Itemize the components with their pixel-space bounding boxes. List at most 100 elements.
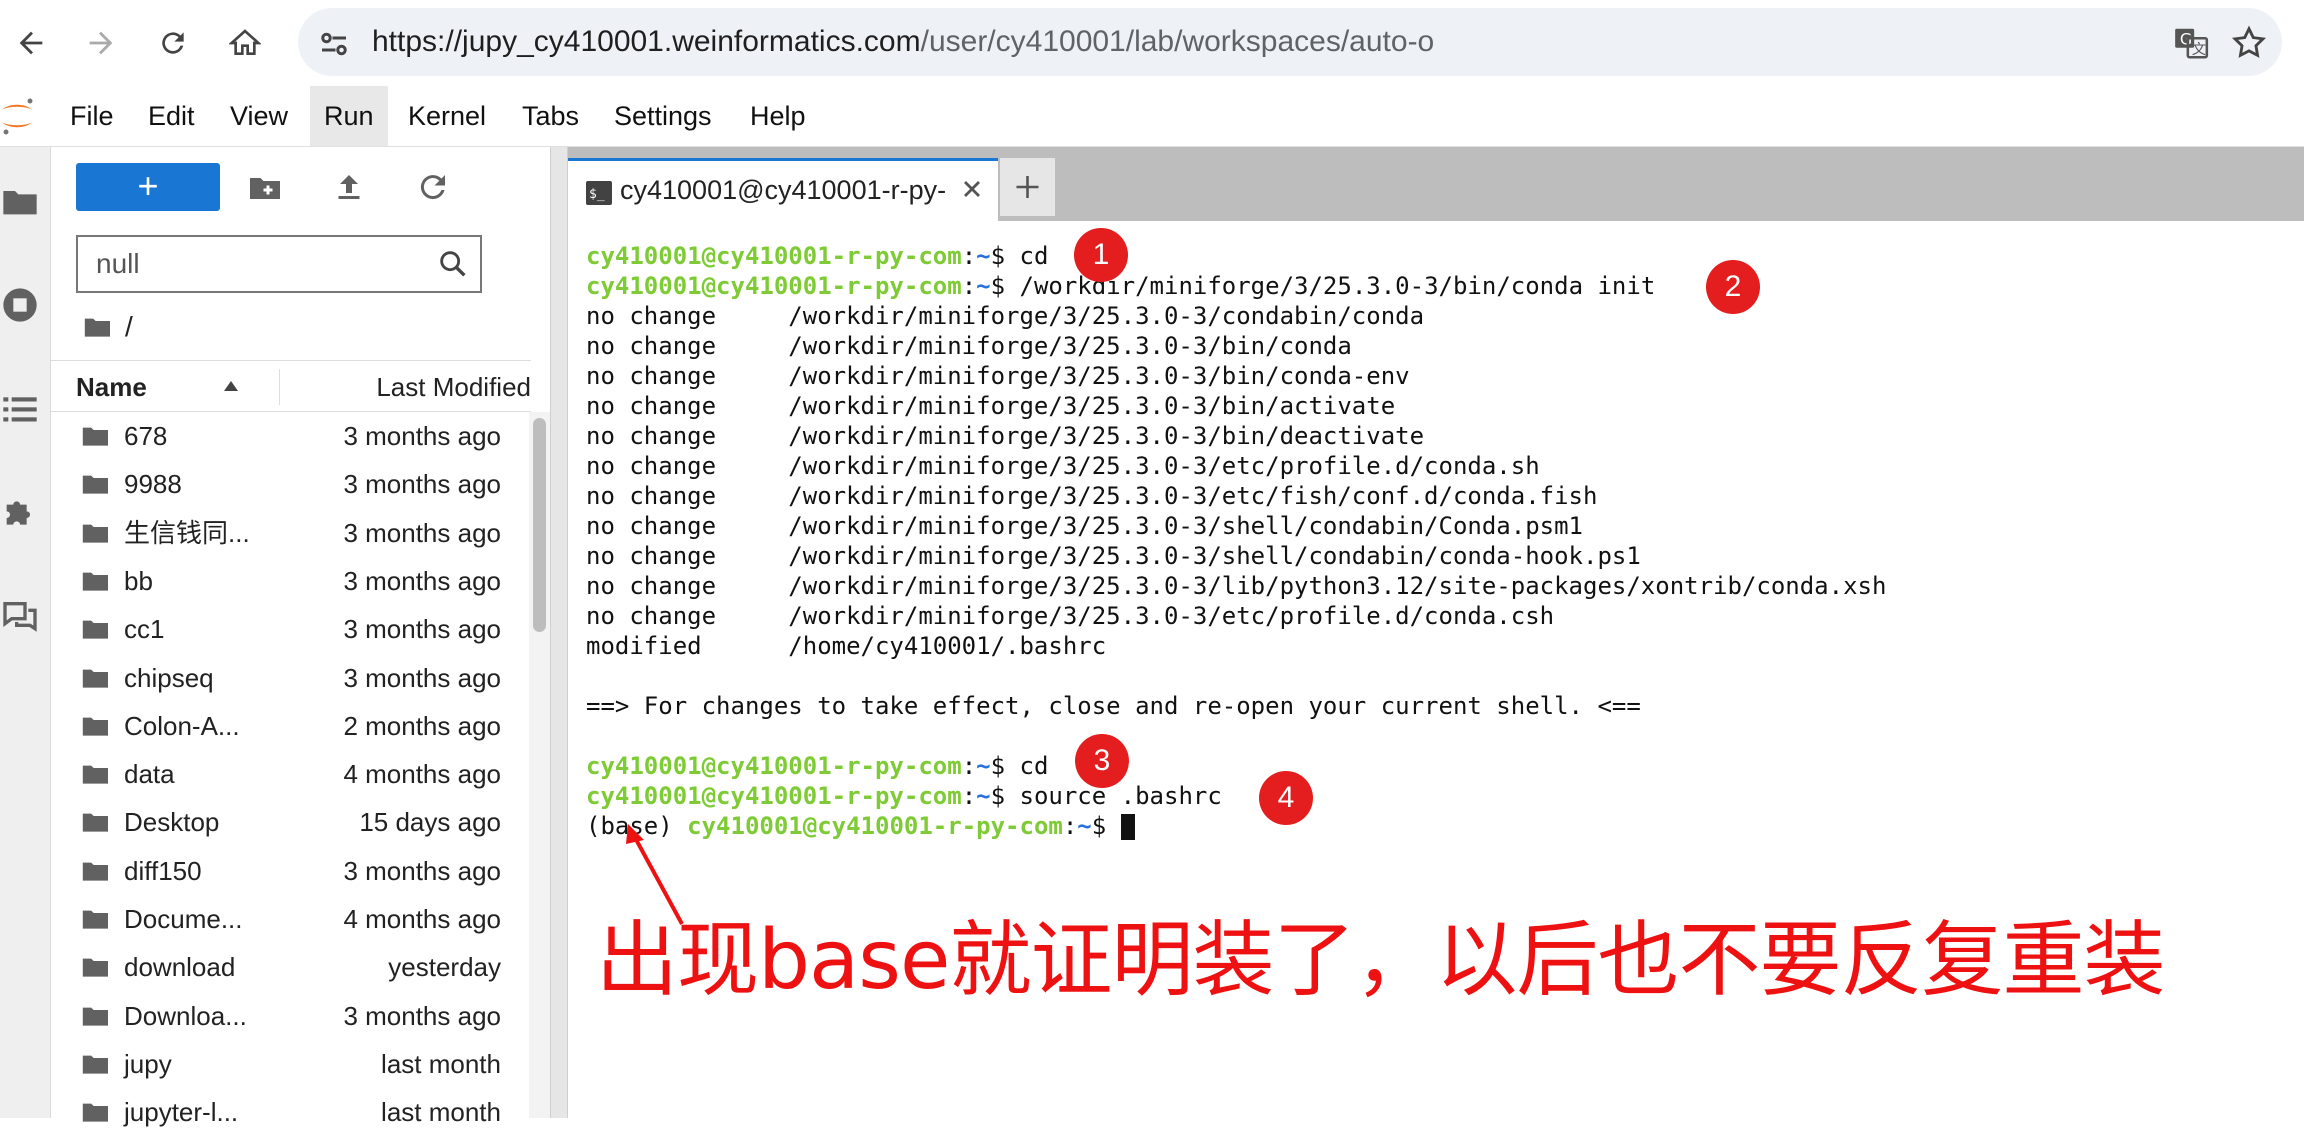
chat-icon[interactable] [0, 597, 40, 637]
file-row[interactable]: 9988 3 months ago [51, 460, 511, 508]
file-row[interactable]: 678 3 months ago [51, 412, 511, 460]
bookmark-star-icon[interactable] [2230, 24, 2268, 62]
close-icon[interactable] [958, 175, 986, 203]
file-row[interactable]: diff150 3 months ago [51, 847, 511, 895]
column-modified-header[interactable]: Last Modified [376, 361, 531, 413]
main-tab-bar: $_ cy410001@cy410001-r-py- [568, 147, 2304, 221]
url-text[interactable]: https://jupy_cy410001.weinformatics.com/… [372, 8, 1434, 76]
home-button[interactable] [220, 18, 270, 68]
menu-settings[interactable]: Settings [600, 86, 726, 146]
url-host: https://jupy_cy410001.weinformatics.com [372, 25, 921, 58]
menu-view[interactable]: View [216, 86, 302, 146]
file-modified: 3 months ago [343, 517, 501, 548]
file-modified: 3 months ago [343, 614, 501, 645]
file-name: cc1 [124, 614, 165, 645]
file-modified: 3 months ago [343, 421, 501, 451]
file-row[interactable]: chipseq 3 months ago [51, 654, 511, 702]
file-browser-panel: + null / Name Last Modified 678 3 months … [51, 147, 550, 1127]
prompt-colon: : [961, 782, 977, 810]
folder-icon [82, 1103, 108, 1122]
refresh-icon[interactable] [415, 169, 451, 205]
root-folder-icon [84, 318, 110, 337]
terminal-tab[interactable]: $_ cy410001@cy410001-r-py- [568, 158, 998, 221]
sort-ascending-icon[interactable] [223, 379, 239, 393]
column-divider[interactable] [279, 369, 280, 405]
prompt-dollar: $ [990, 782, 1006, 810]
file-row[interactable]: Colon-A... 2 months ago [51, 702, 511, 750]
prompt-line-1: cy410001@cy410001-r-py-com:~$ cd [586, 241, 1048, 271]
file-row[interactable]: bb 3 months ago [51, 557, 511, 605]
folder-icon [82, 524, 108, 543]
folder-icon[interactable] [0, 181, 40, 221]
back-button[interactable] [6, 18, 56, 68]
output-line: no change /workdir/miniforge/3/25.3.0-3/… [586, 362, 1410, 390]
new-tab-button[interactable] [1000, 158, 1055, 216]
panel-splitter[interactable] [550, 147, 568, 1118]
translate-icon[interactable]: G文 [2172, 24, 2210, 62]
file-modified: 2 months ago [343, 710, 501, 741]
file-row[interactable]: data 4 months ago [51, 750, 511, 798]
jupyter-logo-icon [2, 98, 33, 135]
prompt-user: cy410001@cy410001-r-py-com [687, 812, 1063, 840]
prompt-dir: ~ [976, 752, 991, 780]
menu-kernel[interactable]: Kernel [394, 86, 500, 146]
file-row[interactable]: cc1 3 months ago [51, 605, 511, 653]
folder-icon [82, 765, 108, 784]
scrollbar-thumb[interactable] [533, 418, 546, 632]
file-name: jupyter-l... [124, 1097, 239, 1128]
prompt-dir: ~ [1077, 812, 1092, 840]
reload-icon [162, 32, 184, 54]
file-row[interactable]: jupyter-l... last month [51, 1088, 511, 1136]
extension-puzzle-icon[interactable] [0, 493, 40, 533]
file-modified: last month [381, 1048, 501, 1079]
reload-button[interactable] [148, 18, 198, 68]
plus-icon [1016, 176, 1039, 198]
file-list-scrollbar[interactable] [529, 412, 550, 1118]
prompt-user: cy410001@cy410001-r-py-com [586, 272, 962, 300]
file-name: Downloa... [124, 1000, 247, 1031]
prompt-colon: : [961, 752, 977, 780]
new-folder-icon[interactable] [247, 169, 283, 205]
forward-arrow-icon [89, 31, 113, 55]
column-name-header[interactable]: Name [76, 361, 147, 413]
menu-tabs[interactable]: Tabs [508, 86, 593, 146]
file-row[interactable]: Downloa... 3 months ago [51, 992, 511, 1040]
menu-edit[interactable]: Edit [134, 86, 209, 146]
output-line: no change /workdir/miniforge/3/25.3.0-3/… [586, 392, 1396, 420]
browser-toolbar: https://jupy_cy410001.weinformatics.com/… [0, 0, 2304, 87]
address-bar[interactable]: https://jupy_cy410001.weinformatics.com/… [298, 8, 2282, 76]
command-text: cd [1005, 752, 1049, 780]
file-modified: 3 months ago [343, 469, 501, 500]
new-launcher-button[interactable]: + [76, 163, 220, 211]
search-icon [440, 251, 466, 277]
tab-label: cy410001@cy410001-r-py- [620, 175, 947, 205]
table-of-contents-icon[interactable] [0, 389, 40, 429]
breadcrumb[interactable]: / [83, 307, 133, 347]
file-row[interactable]: Desktop 15 days ago [51, 798, 511, 846]
forward-button[interactable] [76, 18, 126, 68]
menu-run[interactable]: Run [310, 86, 388, 146]
file-name: diff150 [124, 855, 202, 886]
folder-icon [82, 620, 108, 639]
menu-help[interactable]: Help [736, 86, 820, 146]
upload-icon[interactable] [331, 169, 367, 205]
file-name: jupy [124, 1048, 172, 1079]
output-line: no change /workdir/miniforge/3/25.3.0-3/… [586, 332, 1352, 360]
step-badge-2: 2 [1706, 260, 1760, 314]
file-row[interactable]: download yesterday [51, 943, 511, 991]
file-name: Docume... [124, 904, 243, 934]
filter-input[interactable]: null [76, 235, 482, 293]
prompt-user: cy410001@cy410001-r-py-com [586, 752, 962, 780]
file-row[interactable]: Docume... 4 months ago [51, 895, 511, 943]
site-settings-icon[interactable] [316, 26, 352, 62]
terminal-cursor [1120, 814, 1135, 840]
menu-file[interactable]: File [56, 86, 128, 146]
file-modified: 3 months ago [343, 662, 501, 693]
file-name: 生信钱同... [124, 517, 250, 548]
output-line: no change /workdir/miniforge/3/25.3.0-3/… [586, 482, 1598, 510]
output-line: no change /workdir/miniforge/3/25.3.0-3/… [586, 512, 1583, 540]
running-sessions-icon[interactable] [0, 285, 40, 325]
breadcrumb-root: / [125, 311, 133, 342]
file-row[interactable]: 生信钱同... 3 months ago [51, 509, 511, 557]
file-row[interactable]: jupy last month [51, 1040, 511, 1088]
